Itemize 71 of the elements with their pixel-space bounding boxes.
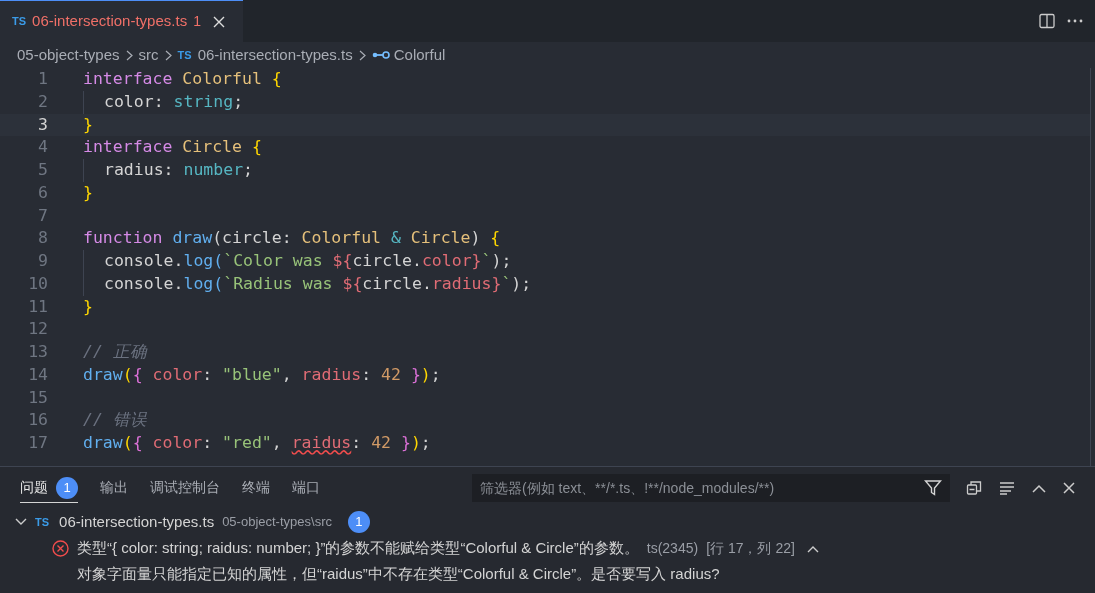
file-path: 05-object-types\src (222, 513, 332, 532)
breadcrumb-item[interactable]: src (138, 43, 159, 67)
more-icon[interactable] (1067, 19, 1083, 23)
line-number: 3 (37, 113, 49, 136)
filter-field[interactable]: 筛选器(例如 text、**/*.ts、!**/node_modules/**) (472, 474, 950, 502)
line-number: 9 (37, 250, 49, 272)
line-number: 14 (27, 363, 49, 386)
code-text: draw({ color: "red", raidus: 42 }); (83, 432, 431, 454)
panel-tab[interactable]: 端口 (292, 473, 320, 503)
chevron-up-icon[interactable] (1032, 483, 1046, 493)
count-badge: 1 (56, 476, 78, 499)
panel-tab[interactable]: 调试控制台 (150, 473, 220, 503)
line-number: 5 (37, 159, 49, 181)
line-number: 6 (37, 181, 49, 204)
chevron-up-icon[interactable] (806, 544, 819, 553)
line-number: 8 (37, 227, 49, 250)
code-text: interface Colorful { (83, 68, 282, 90)
code-text: radius: number; (83, 159, 254, 182)
error-location: [行 17，列 22] (706, 539, 795, 558)
line-number: 7 (37, 204, 49, 227)
line-number: 1 (37, 68, 49, 90)
close-icon[interactable] (1063, 482, 1075, 494)
problem-file-row[interactable]: TS 06-intersection-types.ts 05-object-types\src 1 (0, 509, 1095, 535)
code-text: // 正确 (83, 341, 147, 363)
tab-title: 06-intersection-types.ts (32, 11, 188, 32)
code-text: } (83, 113, 93, 136)
editor-tab[interactable]: TS 06-intersection-types.ts 1 (0, 0, 243, 42)
error-icon (52, 540, 69, 557)
code-text: } (83, 181, 93, 204)
code-text: interface Circle { (83, 136, 262, 159)
typescript-file-icon: TS (12, 13, 27, 30)
breadcrumb-item[interactable]: 06-intersection-types.ts (197, 43, 353, 67)
error-detail: 对象字面量只能指定已知的属性，但“raidus”中不存在类型“Colorful & Circle”。是否要写入 radius? (77, 563, 720, 584)
code-text: // 错误 (83, 409, 147, 432)
line-number: 2 (37, 90, 49, 113)
code-text: function draw(circle: Colorful & Circle) { (83, 227, 501, 250)
error-message[interactable]: 类型“{ color: string; raidus: number; }”的参数不能赋给类型“Colorful & Circle”的参数。 (77, 537, 639, 560)
panel-tab[interactable]: 输出 (100, 473, 128, 503)
panel-tab[interactable]: 问题 1 (20, 473, 78, 503)
problem-count: 1 (193, 12, 201, 31)
line-number: 16 (27, 409, 49, 432)
code-text: color: string; (83, 90, 244, 114)
code-text: console.log(`Radius was ${circle.radius}`); (83, 272, 532, 296)
interface-symbol-icon (371, 50, 390, 60)
breadcrumb-item[interactable]: Colorful (393, 43, 446, 67)
line-number: 15 (27, 386, 49, 409)
typescript-file-icon: TS (177, 46, 192, 64)
split-editor-icon[interactable] (1039, 13, 1055, 29)
code-text: } (83, 295, 93, 318)
breadcrumb-item[interactable]: 05-object-types (17, 43, 120, 67)
filter-icon[interactable] (924, 479, 942, 497)
code-text: console.log(`Color was ${circle.color}`); (83, 250, 512, 273)
line-number: 13 (27, 341, 49, 363)
file-name: 06-intersection-types.ts (59, 511, 215, 532)
line-number: 17 (27, 432, 49, 454)
chevron-down-icon (15, 518, 27, 526)
collapse-all-icon[interactable] (966, 480, 982, 496)
close-icon[interactable] (212, 15, 225, 28)
line-number: 10 (27, 272, 49, 295)
line-number: 4 (37, 136, 49, 159)
panel-tab[interactable]: 终端 (242, 473, 270, 503)
chevron-right-icon (358, 49, 366, 61)
chevron-right-icon (164, 49, 172, 61)
code-text: draw({ color: "blue", radius: 42 }); (83, 363, 441, 386)
word-wrap-icon[interactable] (999, 481, 1015, 495)
typescript-file-icon: TS (35, 513, 50, 531)
count-badge: 1 (347, 511, 370, 533)
error-code: ts(2345) (646, 539, 699, 558)
chevron-right-icon (125, 49, 133, 61)
line-number: 12 (27, 318, 49, 341)
line-number: 11 (27, 295, 49, 318)
